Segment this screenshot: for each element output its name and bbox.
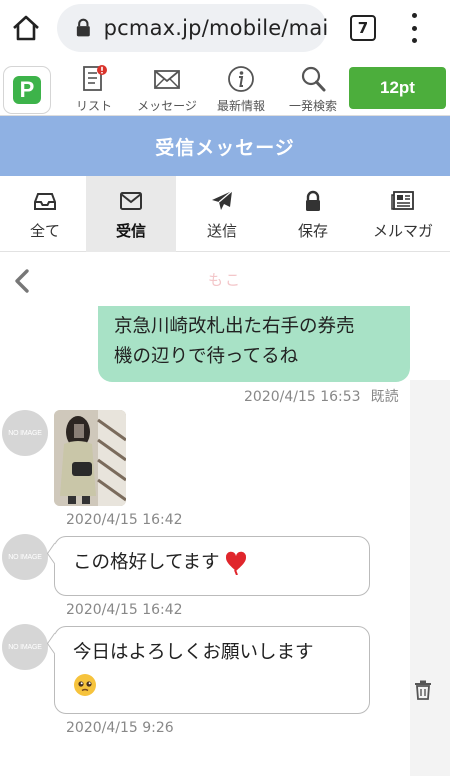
read-status: 既読: [370, 389, 399, 405]
envelope-icon: [154, 70, 180, 89]
trash-icon[interactable]: [414, 680, 432, 700]
nav-item-list[interactable]: リスト: [58, 64, 130, 114]
photo-thumbnail: [54, 410, 126, 506]
sent-message-line: 京急川崎改札出た右手の券売: [114, 316, 355, 337]
inbox-tray-icon: [34, 193, 56, 210]
pleading-face-emoji: [74, 674, 96, 696]
tab-mailmag-label: メルマガ: [372, 222, 433, 240]
tab-sent-label: 送信: [206, 222, 237, 240]
home-icon[interactable]: [10, 12, 42, 44]
tab-all[interactable]: 全て: [0, 176, 90, 252]
chat-thread[interactable]: 京急川崎改札出た右手の券売 機の辺りで待ってるね 2020/4/15 16:53…: [0, 306, 450, 776]
pcmax-logo[interactable]: P: [3, 66, 51, 114]
scroll-rail: [410, 380, 450, 776]
nav-item-message[interactable]: メッセージ: [131, 64, 203, 114]
page-title-bar: 受信メッセージ: [0, 116, 450, 176]
sent-message-meta: 2020/4/15 16:53 既読: [244, 386, 399, 406]
tab-received-label: 受信: [115, 222, 146, 240]
tab-switcher-button[interactable]: 7: [350, 15, 376, 41]
site-nav: P リスト メッセージ 最新情報 一発検索 12pt: [0, 60, 450, 116]
nav-label-message: メッセージ: [137, 99, 197, 113]
tab-sent[interactable]: 送信: [177, 176, 267, 252]
tab-all-label: 全て: [29, 222, 60, 240]
newspaper-icon: [391, 191, 414, 210]
tab-saved[interactable]: 保存: [268, 176, 358, 252]
message-timestamp: 2020/4/15 16:42: [66, 602, 183, 618]
message-timestamp: 2020/4/15 16:53: [244, 389, 361, 405]
nav-label-list: リスト: [75, 99, 112, 113]
paper-plane-icon: [212, 190, 233, 210]
chevron-left-icon[interactable]: [12, 268, 34, 294]
info-icon: [228, 66, 254, 92]
message-timestamp: 2020/4/15 9:26: [66, 720, 174, 736]
lock-icon: [306, 190, 320, 211]
received-message-bubble: 今日はよろしくお願いします: [54, 626, 370, 714]
conversation-header: もこ: [0, 256, 450, 306]
url-text: pcmax.jp/mobile/mail_: [103, 16, 327, 40]
avatar[interactable]: NO IMAGE: [2, 534, 48, 580]
tab-received[interactable]: 受信: [86, 176, 176, 252]
search-icon: [301, 66, 326, 92]
envelope-icon: [120, 192, 142, 210]
sent-message-bubble: 京急川崎改札出た右手の券売 機の辺りで待ってるね: [98, 306, 410, 382]
avatar[interactable]: NO IMAGE: [2, 410, 48, 456]
folder-tabs: 全て 受信 送信 保存 メルマガ: [0, 176, 450, 252]
overflow-menu-icon[interactable]: [408, 13, 420, 43]
sent-message-line: 機の辺りで待ってるね: [114, 346, 299, 367]
red-heart-emoji: [226, 551, 247, 575]
page-title: 受信メッセージ: [155, 136, 295, 159]
nav-item-search[interactable]: 一発検索: [277, 64, 349, 114]
lock-icon: [76, 18, 90, 37]
received-message-bubble: この格好してます: [54, 536, 370, 596]
list-icon: [83, 65, 107, 91]
nav-label-news: 最新情報: [216, 99, 265, 113]
address-bar[interactable]: pcmax.jp/mobile/mail_: [57, 4, 327, 52]
partner-name[interactable]: もこ: [175, 269, 275, 290]
tab-mailmag[interactable]: メルマガ: [358, 176, 448, 252]
photo-attachment[interactable]: [54, 410, 126, 506]
browser-toolbar: pcmax.jp/mobile/mail_ 7: [0, 0, 450, 56]
nav-item-news[interactable]: 最新情報: [205, 64, 277, 114]
logo-letter: P: [13, 76, 41, 104]
avatar[interactable]: NO IMAGE: [2, 624, 48, 670]
tab-saved-label: 保存: [297, 222, 328, 240]
nav-label-search: 一発検索: [288, 99, 337, 113]
received-message-text: 今日はよろしくお願いします: [73, 642, 314, 663]
points-button[interactable]: 12pt: [349, 67, 446, 109]
received-message-text: この格好してます: [73, 552, 220, 573]
message-timestamp: 2020/4/15 16:42: [66, 512, 183, 528]
